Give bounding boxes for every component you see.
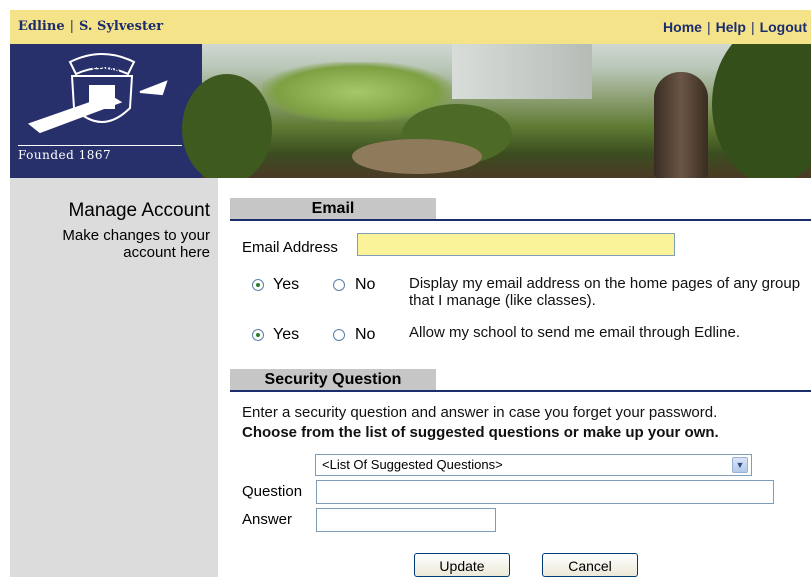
update-button[interactable]: Update [414, 553, 510, 577]
crest-icon: STMAR [27, 53, 168, 134]
founded-text: Founded 1867 [18, 148, 112, 162]
school-banner: STMAR Founded 1867 [10, 44, 811, 178]
sidebar-subtitle: Make changes to your account here [62, 227, 210, 261]
top-nav: Home | Help | Logout [663, 19, 807, 35]
security-instructions-bold: Choose from the list of suggested questi… [242, 424, 719, 441]
school-logo: STMAR Founded 1867 [10, 44, 202, 178]
separator: | [69, 19, 74, 34]
security-instructions: Enter a security question and answer in … [242, 404, 718, 421]
email-section-header: Email [218, 198, 811, 222]
section-rule [230, 219, 811, 221]
school-email-no-radio[interactable] [333, 329, 345, 341]
display-email-no-radio[interactable] [333, 279, 345, 291]
site-name: Edline [18, 19, 65, 34]
question-input[interactable] [316, 480, 774, 504]
sidebar: Manage Account Make changes to your acco… [10, 178, 218, 577]
cancel-button[interactable]: Cancel [542, 553, 638, 577]
founded-rule [18, 145, 182, 146]
logout-link[interactable]: Logout [760, 19, 807, 35]
suggested-questions-select[interactable]: <List Of Suggested Questions> ▼ [315, 454, 752, 476]
school-email-yes-radio[interactable] [252, 329, 264, 341]
display-email-description: Display my email address on the home pag… [409, 275, 801, 309]
separator: | [750, 19, 755, 35]
security-heading: Security Question [230, 369, 436, 391]
suggested-questions-value: <List Of Suggested Questions> [322, 457, 503, 472]
security-section-header: Security Question [218, 369, 811, 393]
building-shape [452, 44, 592, 99]
section-rule [230, 390, 811, 392]
email-address-input[interactable] [357, 233, 675, 256]
school-email-description: Allow my school to send me email through… [409, 324, 740, 341]
home-link[interactable]: Home [663, 19, 702, 35]
separator: | [706, 19, 711, 35]
school-email-yes-label: Yes [273, 326, 300, 343]
display-email-yes-radio[interactable] [252, 279, 264, 291]
email-heading: Email [230, 198, 436, 220]
site-title: Edline | S. Sylvester [18, 19, 163, 34]
top-bar: Edline | S. Sylvester Home | Help | Logout [10, 10, 811, 45]
display-email-no-label: No [355, 276, 376, 293]
svg-text:STMAR: STMAR [92, 66, 120, 74]
school-name: S. Sylvester [79, 19, 164, 34]
tree-shape [182, 74, 272, 178]
campus-photo [182, 44, 811, 178]
answer-input[interactable] [316, 508, 496, 532]
sidebar-title: Manage Account [68, 200, 210, 221]
path-shape [352, 139, 482, 174]
statue-shape [654, 72, 708, 178]
display-email-yes-label: Yes [273, 276, 300, 293]
help-link[interactable]: Help [716, 19, 746, 35]
tree-shape [712, 44, 811, 178]
chevron-down-icon[interactable]: ▼ [732, 457, 748, 473]
question-label: Question [242, 483, 303, 500]
school-email-no-label: No [355, 326, 376, 343]
answer-label: Answer [242, 511, 293, 528]
main-content: Email Email Address Yes No Display my em… [218, 178, 811, 577]
email-address-label: Email Address [242, 239, 338, 256]
